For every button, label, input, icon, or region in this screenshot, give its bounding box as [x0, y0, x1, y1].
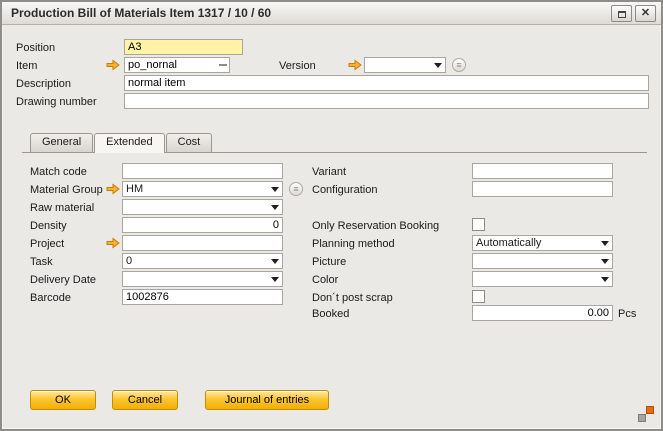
- project-input[interactable]: [122, 235, 283, 251]
- project-link-arrow-icon[interactable]: [106, 237, 120, 249]
- chevron-down-icon: [434, 63, 442, 68]
- task-value: 0: [126, 255, 132, 267]
- position-input[interactable]: [124, 39, 243, 55]
- chevron-down-icon: [271, 277, 279, 282]
- only-reservation-booking-label: Only Reservation Booking: [312, 219, 439, 234]
- item-label: Item: [16, 59, 37, 74]
- resize-grip[interactable]: [638, 406, 654, 422]
- version-link-arrow-icon[interactable]: [348, 59, 362, 71]
- planning-method-value: Automatically: [476, 237, 541, 249]
- version-edit-circle-icon[interactable]: ≡: [452, 58, 466, 72]
- only-reservation-booking-checkbox[interactable]: [472, 218, 485, 231]
- variant-input[interactable]: [472, 163, 613, 179]
- booked-unit-label: Pcs: [618, 307, 636, 322]
- close-icon: ✕: [641, 8, 650, 19]
- chevron-down-icon: [271, 187, 279, 192]
- extended-tab-panel: Match code Material Group HM ≡ Raw mater…: [22, 152, 647, 374]
- density-input[interactable]: [122, 217, 283, 233]
- dont-post-scrap-label: Don´t post scrap: [312, 291, 393, 306]
- chevron-down-icon: [601, 259, 609, 264]
- variant-label: Variant: [312, 165, 346, 180]
- chevron-down-icon: [271, 205, 279, 210]
- position-label: Position: [16, 41, 55, 56]
- configuration-input[interactable]: [472, 181, 613, 197]
- version-dropdown[interactable]: [364, 57, 446, 73]
- raw-material-label: Raw material: [30, 201, 94, 216]
- chevron-down-icon: [271, 259, 279, 264]
- tab-strip: General Extended Cost: [30, 133, 213, 153]
- booked-label: Booked: [312, 307, 349, 322]
- delivery-date-dropdown[interactable]: [122, 271, 283, 287]
- resize-grip-orange-square-icon: [646, 406, 654, 414]
- planning-method-dropdown[interactable]: Automatically: [472, 235, 613, 251]
- task-dropdown[interactable]: 0: [122, 253, 283, 269]
- item-value: po_nornal: [128, 59, 177, 71]
- match-code-input[interactable]: [122, 163, 283, 179]
- production-bom-window: Production Bill of Materials Item 1317 /…: [0, 0, 663, 431]
- tab-general[interactable]: General: [30, 133, 93, 152]
- material-group-link-arrow-icon[interactable]: [106, 183, 120, 195]
- match-code-label: Match code: [30, 165, 87, 180]
- color-dropdown[interactable]: [472, 271, 613, 287]
- cancel-button[interactable]: Cancel: [112, 390, 178, 410]
- journal-of-entries-button[interactable]: Journal of entries: [205, 390, 329, 410]
- minimize-button[interactable]: [611, 5, 632, 22]
- picture-dropdown[interactable]: [472, 253, 613, 269]
- delivery-date-label: Delivery Date: [30, 273, 96, 288]
- resize-grip-gray-square-icon: [638, 414, 646, 422]
- density-label: Density: [30, 219, 67, 234]
- description-label: Description: [16, 77, 71, 92]
- version-label: Version: [279, 59, 316, 74]
- ok-button[interactable]: OK: [30, 390, 96, 410]
- field-minus-icon[interactable]: [219, 64, 227, 66]
- minimize-icon: [618, 11, 626, 18]
- material-group-dropdown[interactable]: HM: [122, 181, 283, 197]
- chevron-down-icon: [601, 241, 609, 246]
- color-label: Color: [312, 273, 338, 288]
- drawing-number-label: Drawing number: [16, 95, 97, 110]
- booked-input[interactable]: [472, 305, 613, 321]
- material-group-edit-circle-icon[interactable]: ≡: [289, 182, 303, 196]
- tab-extended[interactable]: Extended: [94, 133, 164, 153]
- dont-post-scrap-checkbox[interactable]: [472, 290, 485, 303]
- title-bar: Production Bill of Materials Item 1317 /…: [2, 2, 661, 25]
- material-group-value: HM: [126, 183, 143, 195]
- drawing-number-input[interactable]: [124, 93, 649, 109]
- raw-material-dropdown[interactable]: [122, 199, 283, 215]
- barcode-input[interactable]: [122, 289, 283, 305]
- description-input[interactable]: [124, 75, 649, 91]
- item-input[interactable]: po_nornal: [124, 57, 230, 73]
- chevron-down-icon: [601, 277, 609, 282]
- task-label: Task: [30, 255, 53, 270]
- planning-method-label: Planning method: [312, 237, 395, 252]
- project-label: Project: [30, 237, 64, 252]
- material-group-label: Material Group: [30, 183, 103, 198]
- configuration-label: Configuration: [312, 183, 377, 198]
- barcode-label: Barcode: [30, 291, 71, 306]
- picture-label: Picture: [312, 255, 346, 270]
- close-button[interactable]: ✕: [635, 5, 656, 22]
- item-link-arrow-icon[interactable]: [106, 59, 120, 71]
- tab-cost[interactable]: Cost: [166, 133, 213, 152]
- window-title: Production Bill of Materials Item 1317 /…: [11, 6, 271, 20]
